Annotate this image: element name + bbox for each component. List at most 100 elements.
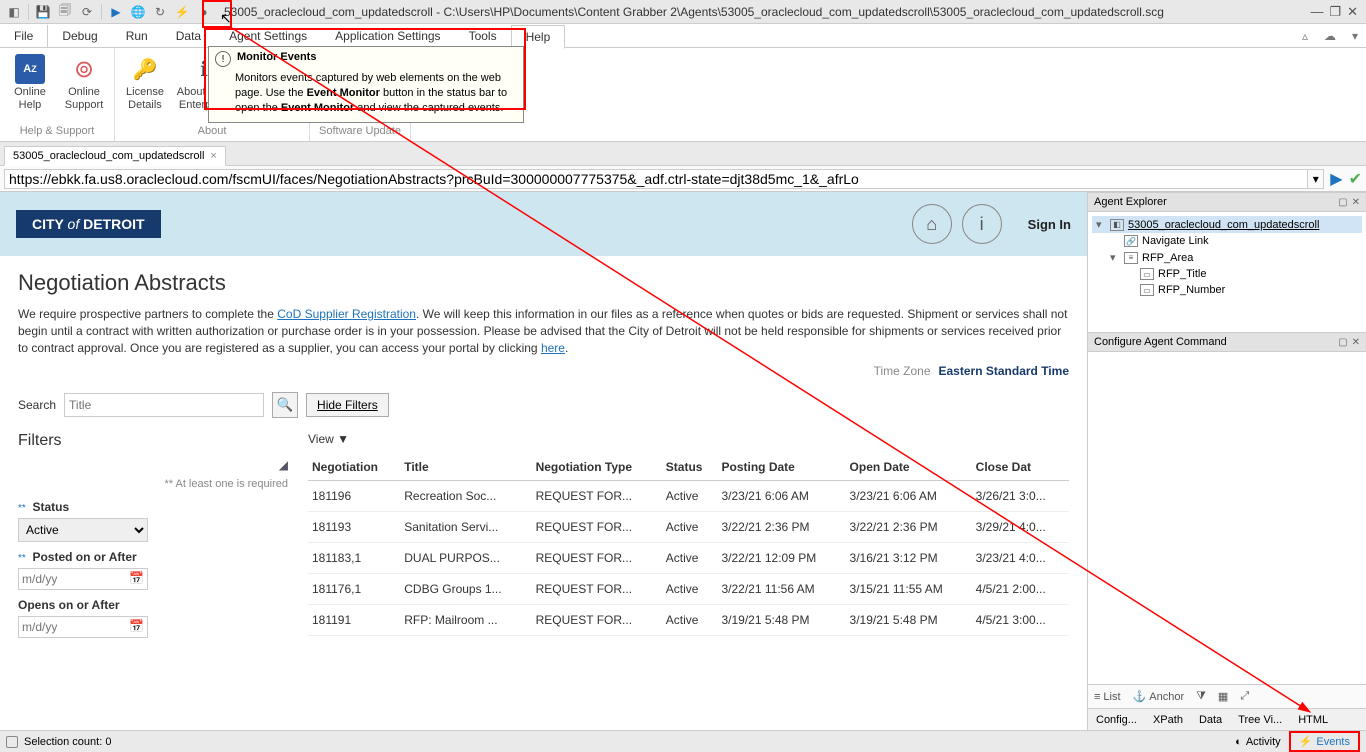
- table-row[interactable]: 181183,1DUAL PURPOS...REQUEST FOR...Acti…: [308, 543, 1069, 574]
- filter-opens-label: Opens on or After: [18, 598, 120, 612]
- info-circle-icon[interactable]: i: [962, 204, 1002, 244]
- tree-rfp-number[interactable]: ▭RFP_Number: [1092, 282, 1362, 298]
- refresh-icon[interactable]: ⟳: [77, 2, 97, 22]
- supplier-registration-link[interactable]: CoD Supplier Registration: [277, 307, 416, 321]
- monitor-events-tooltip: ! Monitor Events Monitors events capture…: [208, 46, 524, 123]
- online-help-button[interactable]: AZ Online Help: [6, 50, 54, 111]
- quick-access-toolbar: ◧ 💾 🗐 ⟳ ▶ 🌐 ↻ ⚡ ◑ 53005_oraclecloud_com_…: [0, 0, 1366, 24]
- tooltip-info-icon: !: [215, 51, 231, 67]
- side-tools: ≡ List ⚓ Anchor ⧩ ▦ ⤢: [1088, 684, 1366, 708]
- save-all-icon[interactable]: 🗐: [55, 2, 75, 22]
- col-posting[interactable]: Posting Date: [717, 454, 845, 481]
- results-panel: View ▼ Negotiation Title Negotiation Typ…: [308, 432, 1069, 638]
- sign-in-link[interactable]: Sign In: [1028, 217, 1071, 232]
- url-input[interactable]: [4, 169, 1308, 189]
- menu-data[interactable]: Data: [162, 25, 215, 47]
- cloud-icon[interactable]: ☁: [1316, 29, 1344, 43]
- menu-app-settings[interactable]: Application Settings: [321, 25, 454, 47]
- dropdown-icon[interactable]: ▾: [1344, 29, 1366, 43]
- tree-root[interactable]: ▾◧53005_oraclecloud_com_updatedscroll: [1092, 216, 1362, 233]
- calendar-icon[interactable]: 📅: [129, 571, 144, 585]
- col-title[interactable]: Title: [400, 454, 531, 481]
- col-open[interactable]: Open Date: [846, 454, 972, 481]
- agent-tree[interactable]: ▾◧53005_oraclecloud_com_updatedscroll 🔗N…: [1088, 212, 1366, 332]
- menu-help[interactable]: Help: [511, 25, 566, 49]
- table-row[interactable]: 181196Recreation Soc...REQUEST FOR...Act…: [308, 481, 1069, 512]
- document-tab[interactable]: 53005_oraclecloud_com_updatedscroll ×: [4, 146, 226, 166]
- ribbon-collapse-icon[interactable]: ▵: [1294, 29, 1316, 43]
- panel-close-icon[interactable]: ✕: [1352, 197, 1360, 208]
- tree-rfp-title[interactable]: ▭RFP_Title: [1092, 266, 1362, 282]
- minimize-icon[interactable]: —: [1310, 4, 1323, 20]
- panel-pin-icon[interactable]: ▢: [1338, 337, 1347, 348]
- view-dropdown[interactable]: View ▼: [308, 432, 349, 446]
- panel-close-icon[interactable]: ✕: [1352, 337, 1360, 348]
- tab-tree[interactable]: Tree Vi...: [1230, 711, 1290, 729]
- panel-pin-icon[interactable]: ▢: [1338, 197, 1347, 208]
- globe-icon[interactable]: 🌐: [128, 2, 148, 22]
- side-pane: Agent Explorer ▢ ✕ ▾◧53005_oraclecloud_c…: [1088, 192, 1366, 730]
- timezone-row: Time ZoneEastern Standard Time: [18, 364, 1069, 378]
- filter-status-select[interactable]: Active: [18, 518, 148, 542]
- license-details-button[interactable]: 🔑 License Details: [121, 50, 169, 111]
- tab-xpath[interactable]: XPath: [1145, 711, 1191, 729]
- menu-tools[interactable]: Tools: [455, 25, 511, 47]
- tab-data[interactable]: Data: [1191, 711, 1230, 729]
- tab-html[interactable]: HTML: [1290, 711, 1336, 729]
- status-indicator-icon: [6, 736, 18, 748]
- menu-run[interactable]: Run: [112, 25, 162, 47]
- maximize-icon[interactable]: ❐: [1329, 4, 1341, 20]
- address-bar: ▾ ▶ ✔: [0, 166, 1366, 192]
- status-bar: Selection count: 0 ◐ Activity ⚡ Events: [0, 730, 1366, 752]
- menu-bar: File Debug Run Data Agent Settings Appli…: [0, 24, 1366, 48]
- close-tab-icon[interactable]: ×: [210, 150, 216, 162]
- intro-text: We require prospective partners to compl…: [18, 306, 1069, 356]
- online-support-button[interactable]: ⊚ Online Support: [60, 50, 108, 111]
- tree-navigate[interactable]: 🔗Navigate Link: [1092, 233, 1362, 249]
- home-icon[interactable]: ⌂: [912, 204, 952, 244]
- url-dropdown-icon[interactable]: ▾: [1308, 169, 1324, 189]
- search-button[interactable]: 🔍: [272, 392, 298, 418]
- menu-debug[interactable]: Debug: [48, 25, 111, 47]
- record-icon[interactable]: ◑: [194, 2, 214, 22]
- col-status[interactable]: Status: [662, 454, 718, 481]
- col-close[interactable]: Close Dat: [972, 454, 1069, 481]
- close-icon[interactable]: ✕: [1347, 4, 1358, 20]
- monitor-events-icon[interactable]: ⚡: [172, 2, 192, 22]
- anchor-tool[interactable]: ⚓ Anchor: [1127, 690, 1191, 703]
- save-icon[interactable]: 💾: [33, 2, 53, 22]
- col-type[interactable]: Negotiation Type: [532, 454, 662, 481]
- menu-file[interactable]: File: [0, 25, 48, 47]
- table-row[interactable]: 181191RFP: Mailroom ...REQUEST FOR...Act…: [308, 605, 1069, 636]
- main-area: CITY of DETROIT ⌂ i Sign In Negotiation …: [0, 192, 1366, 730]
- col-negotiation[interactable]: Negotiation: [308, 454, 400, 481]
- expand-icon[interactable]: ⤢: [1234, 690, 1255, 703]
- required-note: ** At least one is required: [18, 478, 288, 490]
- filter-status-label: Status: [32, 500, 69, 514]
- tab-config[interactable]: Config...: [1088, 711, 1145, 729]
- go-icon[interactable]: ▶: [1330, 169, 1342, 189]
- confirm-icon[interactable]: ✔: [1349, 169, 1362, 189]
- funnel-icon[interactable]: ⧩: [1190, 690, 1212, 703]
- events-button[interactable]: ⚡ Events: [1289, 731, 1360, 752]
- list-tool[interactable]: ≡ List: [1088, 691, 1127, 703]
- browser-pane[interactable]: CITY of DETROIT ⌂ i Sign In Negotiation …: [0, 192, 1088, 730]
- table-row[interactable]: 181193Sanitation Servi...REQUEST FOR...A…: [308, 512, 1069, 543]
- here-link[interactable]: here: [541, 341, 565, 355]
- table-row[interactable]: 181176,1CDBG Groups 1...REQUEST FOR...Ac…: [308, 574, 1069, 605]
- activity-button[interactable]: ◐ Activity: [1227, 734, 1289, 750]
- play-icon[interactable]: ▶: [106, 2, 126, 22]
- grid-icon[interactable]: ▦: [1212, 690, 1234, 703]
- sync-icon[interactable]: ↻: [150, 2, 170, 22]
- calendar-icon[interactable]: 📅: [129, 619, 144, 633]
- menu-agent-settings[interactable]: Agent Settings: [215, 25, 321, 47]
- ribbon-group-help: Help & Support: [6, 123, 108, 139]
- page-header: CITY of DETROIT ⌂ i Sign In: [0, 192, 1087, 256]
- document-tab-label: 53005_oraclecloud_com_updatedscroll: [13, 150, 204, 162]
- ribbon-group-about: About: [121, 123, 303, 139]
- hide-filters-button[interactable]: Hide Filters: [306, 393, 389, 417]
- tree-area[interactable]: ▾≡RFP_Area: [1092, 249, 1362, 266]
- search-label: Search: [18, 398, 56, 412]
- window-title: 53005_oraclecloud_com_updatedscroll - C:…: [224, 5, 1308, 19]
- search-input[interactable]: [64, 393, 264, 417]
